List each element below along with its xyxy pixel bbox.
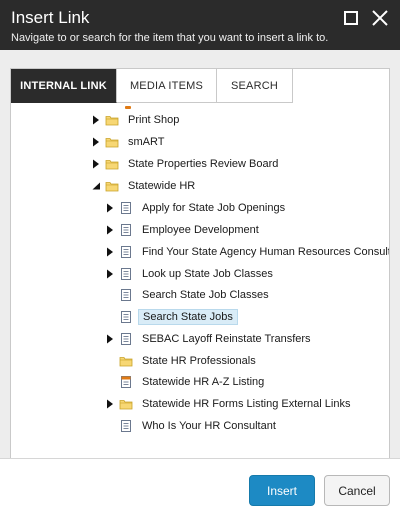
document-icon xyxy=(119,311,133,323)
close-icon xyxy=(372,10,388,26)
folder-icon xyxy=(105,136,119,148)
tree-item-label: Statewide HR Forms Listing External Link… xyxy=(142,398,351,410)
collapsed-arrow-icon[interactable] xyxy=(105,247,115,257)
dialog-titlebar: Insert Link Navigate to or search for th… xyxy=(0,0,400,50)
collapsed-arrow-icon[interactable] xyxy=(91,159,101,169)
link-panel: INTERNAL LINK MEDIA ITEMS SEARCH Print S… xyxy=(10,68,390,458)
tree-item-state-hr-professionals[interactable]: State HR Professionals xyxy=(105,351,260,371)
tree-item-label: Employee Development xyxy=(142,224,259,236)
tree-item-apply-for-state-job-openings[interactable]: Apply for State Job Openings xyxy=(105,198,289,218)
document-icon xyxy=(119,268,133,280)
dialog-footer: Insert Cancel xyxy=(0,458,400,510)
arrow-spacer xyxy=(105,356,115,366)
collapsed-arrow-icon[interactable] xyxy=(105,399,115,409)
folder-icon xyxy=(119,398,133,410)
tree-item-label: smART xyxy=(128,136,165,148)
document-icon xyxy=(119,246,133,258)
expanded-arrow-icon[interactable] xyxy=(91,181,101,191)
content-tree[interactable]: Print Shop smART State Properties Review B… xyxy=(11,103,389,459)
tree-item-statewide-hr-forms-listing-external-links[interactable]: Statewide HR Forms Listing External Link… xyxy=(105,394,354,414)
tree-item-label: SEBAC Layoff Reinstate Transfers xyxy=(142,333,311,345)
tree-item-look-up-state-job-classes[interactable]: Look up State Job Classes xyxy=(105,264,277,284)
tree-item-label: Print Shop xyxy=(128,114,180,126)
tab-internal-link[interactable]: INTERNAL LINK xyxy=(11,69,117,103)
dialog-subtitle: Navigate to or search for the item that … xyxy=(11,32,329,44)
collapsed-arrow-icon[interactable] xyxy=(105,334,115,344)
tree-item-statewide-hr[interactable]: Statewide HR xyxy=(91,176,199,196)
maximize-button[interactable] xyxy=(343,10,359,26)
tree-item-label: Statewide HR A-Z Listing xyxy=(142,376,265,388)
collapsed-arrow-icon[interactable] xyxy=(105,203,115,213)
document-icon xyxy=(119,420,133,432)
tab-search[interactable]: SEARCH xyxy=(217,69,293,103)
tab-media-items[interactable]: MEDIA ITEMS xyxy=(117,69,217,103)
collapsed-arrow-icon[interactable] xyxy=(91,137,101,147)
tree-item-label: Search State Job Classes xyxy=(142,289,269,301)
collapsed-arrow-icon[interactable] xyxy=(91,115,101,125)
arrow-spacer xyxy=(105,421,115,431)
collapsed-arrow-icon[interactable] xyxy=(105,269,115,279)
tree-item-print-shop[interactable]: Print Shop xyxy=(91,110,183,130)
tab-bar: INTERNAL LINK MEDIA ITEMS SEARCH xyxy=(11,69,293,103)
arrow-spacer xyxy=(105,312,115,322)
insert-button[interactable]: Insert xyxy=(249,475,315,506)
tree-item-label: State Properties Review Board xyxy=(128,158,279,170)
document-icon xyxy=(119,224,133,236)
tree-item-sebac-layoff-reinstate-transfers[interactable]: SEBAC Layoff Reinstate Transfers xyxy=(105,329,315,349)
folder-icon xyxy=(119,355,133,367)
close-button[interactable] xyxy=(370,8,390,28)
arrow-spacer xyxy=(105,290,115,300)
tree-item-employee-development[interactable]: Employee Development xyxy=(105,220,263,240)
tree-item-smart[interactable]: smART xyxy=(91,132,168,152)
collapsed-arrow-icon[interactable] xyxy=(105,225,115,235)
tree-item-label: Search State Jobs xyxy=(138,309,238,325)
dialog-title: Insert Link xyxy=(11,8,90,27)
dialog-body: INTERNAL LINK MEDIA ITEMS SEARCH Print S… xyxy=(0,50,400,458)
document-icon xyxy=(119,202,133,214)
tree-item-label: Apply for State Job Openings xyxy=(142,202,286,214)
maximize-icon xyxy=(344,11,358,25)
tree-item-label: Find Your State Agency Human Resources C… xyxy=(142,246,389,258)
document-icon xyxy=(119,289,133,301)
tree-item-statewide-hr-a-z-listing[interactable]: Statewide HR A-Z Listing xyxy=(105,372,268,392)
tree-item-state-properties-review-board[interactable]: State Properties Review Board xyxy=(91,154,282,174)
tree-item-label: Look up State Job Classes xyxy=(142,268,273,280)
scroll-indicator xyxy=(125,106,131,109)
list-document-icon xyxy=(119,376,133,388)
arrow-spacer xyxy=(105,377,115,387)
folder-icon xyxy=(105,158,119,170)
folder-icon xyxy=(105,114,119,126)
tree-item-search-state-jobs[interactable]: Search State Jobs xyxy=(105,307,238,327)
document-icon xyxy=(119,333,133,345)
tree-item-search-state-job-classes[interactable]: Search State Job Classes xyxy=(105,285,273,305)
tree-item-label: Who Is Your HR Consultant xyxy=(142,420,276,432)
cancel-button[interactable]: Cancel xyxy=(324,475,390,506)
tree-item-who-is-your-hr-consultant[interactable]: Who Is Your HR Consultant xyxy=(105,416,280,436)
tree-item-label: State HR Professionals xyxy=(142,355,256,367)
folder-icon xyxy=(105,180,119,192)
tree-item-find-your-state-agency-human-resources-consultant[interactable]: Find Your State Agency Human Resources C… xyxy=(105,242,389,262)
tree-item-label: Statewide HR xyxy=(128,180,196,192)
